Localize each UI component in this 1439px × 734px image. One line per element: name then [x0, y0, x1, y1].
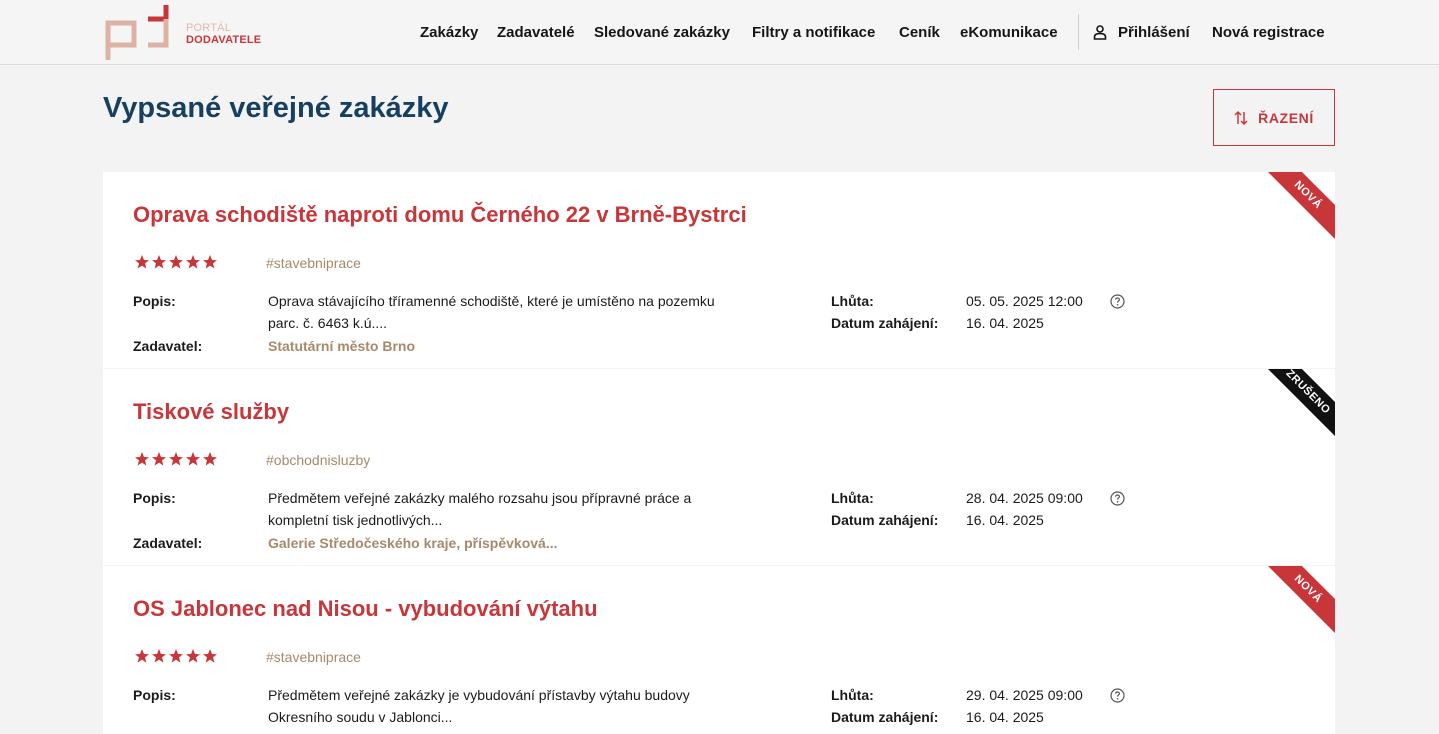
rating-stars: [134, 451, 218, 467]
register-link[interactable]: Nová registrace: [1212, 0, 1325, 64]
description-line-1: Oprava stávajícího tříramenné schodiště,…: [268, 293, 715, 309]
rating-stars: [134, 254, 218, 270]
tender-description: Předmětem veřejné zakázky malého rozsahu…: [268, 487, 798, 531]
nav-zadavatele[interactable]: Zadavatelé: [497, 0, 575, 64]
nav-link-sledovane[interactable]: Sledované zakázky: [594, 24, 730, 41]
star-icon: [186, 255, 200, 269]
login-label: Přihlášení: [1118, 23, 1190, 41]
deadline-value: 28. 04. 2025 09:00: [966, 490, 1083, 506]
nav-link-cenik[interactable]: Ceník: [899, 24, 940, 41]
deadline-label: Lhůta:: [831, 687, 874, 703]
tender-tag[interactable]: #obchodnisluzby: [266, 452, 370, 468]
user-icon: [1093, 25, 1107, 40]
start-date-label: Datum zahájení:: [831, 512, 939, 528]
page-title: Vypsané veřejné zakázky: [103, 92, 449, 124]
logo-line-2: DODAVATELE: [186, 34, 262, 46]
rating-stars: [134, 648, 218, 664]
start-date-label: Datum zahájení:: [831, 315, 939, 331]
description-line-2: kompletní tisk jednotlivých...: [268, 512, 443, 528]
description-label: Popis:: [133, 490, 176, 506]
star-icon: [135, 452, 149, 466]
portal-logo-icon: [105, 5, 169, 60]
tender-title[interactable]: Tiskové služby: [133, 399, 289, 425]
status-ribbon: NOVÁ: [1260, 566, 1335, 637]
star-icon: [169, 255, 183, 269]
star-icon: [152, 649, 166, 663]
tender-title[interactable]: OS Jablonec nad Nisou - vybudování výtah…: [133, 596, 598, 622]
nav-zakazky[interactable]: Zakázky: [420, 0, 478, 64]
issuer-link[interactable]: Statutární město Brno: [268, 338, 415, 354]
start-date-value: 16. 04. 2025: [966, 315, 1044, 331]
nav-sledovane[interactable]: Sledované zakázky: [594, 0, 730, 64]
sort-button[interactable]: ŘAZENÍ: [1213, 89, 1335, 146]
description-line-1: Předmětem veřejné zakázky malého rozsahu…: [268, 490, 692, 506]
deadline-label: Lhůta:: [831, 490, 874, 506]
tender-tag[interactable]: #stavebniprace: [266, 649, 361, 665]
tender-description: Předmětem veřejné zakázky je vybudování …: [268, 684, 798, 728]
star-icon: [135, 649, 149, 663]
start-date-value: 16. 04. 2025: [966, 512, 1044, 528]
description-line-1: Předmětem veřejné zakázky je vybudování …: [268, 687, 690, 703]
sort-icon: [1234, 110, 1248, 125]
portal-logo[interactable]: PORTÁL DODAVATELE: [104, 3, 264, 61]
start-date-value: 16. 04. 2025: [966, 709, 1044, 725]
issuer-link[interactable]: Galerie Středočeského kraje, příspěvková…: [268, 535, 557, 551]
star-icon: [135, 255, 149, 269]
star-icon: [203, 255, 217, 269]
tender-card[interactable]: NOVÁ Oprava schodiště naproti domu Černé…: [103, 172, 1335, 368]
nav-link-filtry[interactable]: Filtry a notifikace: [752, 24, 875, 41]
tender-description: Oprava stávajícího tříramenné schodiště,…: [268, 290, 798, 334]
logo-text: PORTÁL DODAVATELE: [186, 22, 261, 46]
star-icon: [203, 452, 217, 466]
nav-link-ekomunikace[interactable]: eKomunikace: [960, 24, 1058, 41]
deadline-label: Lhůta:: [831, 293, 874, 309]
nav-divider: [1078, 14, 1079, 50]
issuer-label: Zadavatel:: [133, 338, 203, 354]
help-icon[interactable]: [1110, 688, 1125, 703]
description-line-2: parc. č. 6463 k.ú....: [268, 315, 388, 331]
status-ribbon: ZRUŠENO: [1260, 369, 1335, 440]
deadline-value: 05. 05. 2025 12:00: [966, 293, 1083, 309]
status-ribbon: NOVÁ: [1260, 172, 1335, 243]
description-line-2: Okresního soudu v Jablonci...: [268, 709, 453, 725]
help-icon[interactable]: [1110, 491, 1125, 506]
nav-filtry[interactable]: Filtry a notifikace: [752, 0, 875, 64]
tender-card[interactable]: ZRUŠENO Tiskové služby #obchodnisluzby P…: [103, 369, 1335, 565]
description-label: Popis:: [133, 293, 176, 309]
tender-title[interactable]: Oprava schodiště naproti domu Černého 22…: [133, 202, 747, 228]
nav-link-zakazky[interactable]: Zakázky: [420, 24, 478, 41]
star-icon: [152, 452, 166, 466]
description-label: Popis:: [133, 687, 176, 703]
nav-ekomunikace[interactable]: eKomunikace: [960, 0, 1058, 64]
start-date-label: Datum zahájení:: [831, 709, 939, 725]
star-icon: [186, 649, 200, 663]
star-icon: [152, 255, 166, 269]
star-icon: [169, 649, 183, 663]
help-icon[interactable]: [1110, 294, 1125, 309]
nav-cenik[interactable]: Ceník: [899, 0, 940, 64]
logo-line-1: PORTÁL: [186, 22, 232, 34]
deadline-value: 29. 04. 2025 09:00: [966, 687, 1083, 703]
nav-link-zadavatele[interactable]: Zadavatelé: [497, 24, 575, 41]
top-header: PORTÁL DODAVATELE Zakázky Zadavatelé Sle…: [0, 0, 1439, 65]
issuer-label: Zadavatel:: [133, 535, 203, 551]
star-icon: [186, 452, 200, 466]
tender-card[interactable]: NOVÁ OS Jablonec nad Nisou - vybudování …: [103, 566, 1335, 734]
star-icon: [169, 452, 183, 466]
star-icon: [203, 649, 217, 663]
tender-tag[interactable]: #stavebniprace: [266, 255, 361, 271]
sort-label: ŘAZENÍ: [1258, 109, 1314, 126]
login-button[interactable]: Přihlášení: [1092, 0, 1190, 64]
